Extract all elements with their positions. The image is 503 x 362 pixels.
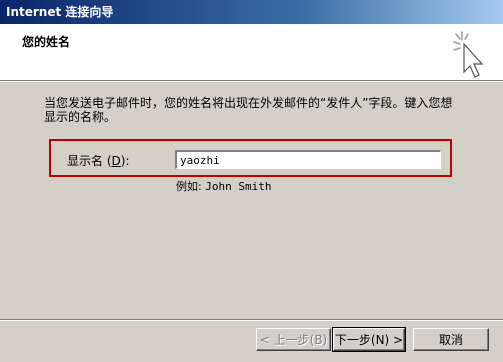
instruction-text: 当您发送电子邮件时，您的姓名将出现在外发邮件的“发件人”字段。键入您想显示的名称… [44,96,453,124]
display-name-input[interactable] [175,150,441,169]
wizard-sparkle-cursor-icon [453,31,484,78]
example-name: John Smith [205,180,272,193]
example-text: 例如: John Smith [176,180,272,193]
wizard-header: 您的姓名 [0,24,503,81]
page-subtitle: 您的姓名 [22,35,71,49]
window-title: Internet 连接向导 [6,5,114,19]
title-bar: Internet 连接向导 [0,0,503,24]
back-button[interactable]: < 上一步(B) [256,328,331,351]
footer-separator-highlight [0,320,503,321]
cancel-button[interactable]: 取消 [413,328,489,351]
header-divider [0,81,503,82]
display-name-label: 显示名 (D): [67,154,130,168]
next-button[interactable]: 下一步(N) > [332,327,406,352]
